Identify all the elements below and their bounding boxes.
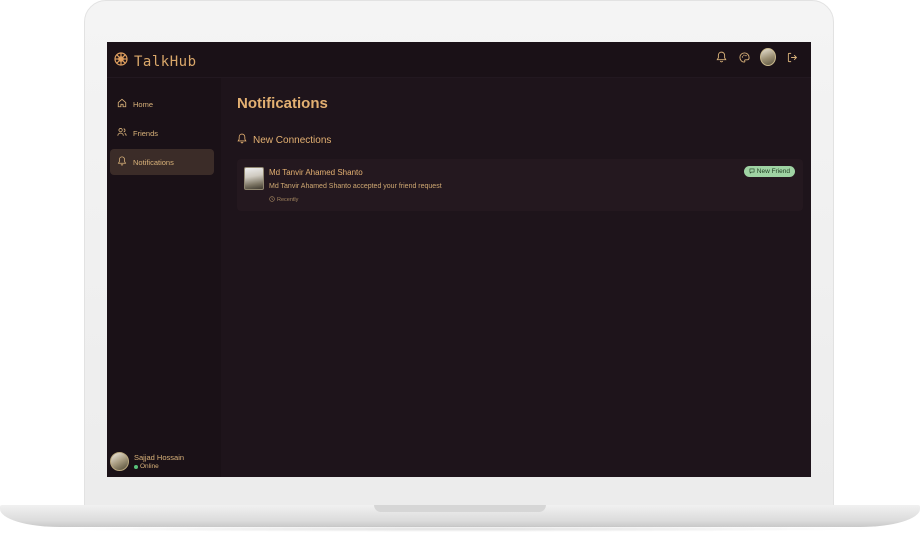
message-icon bbox=[749, 168, 755, 176]
palette-icon[interactable] bbox=[737, 50, 751, 64]
laptop-shadow bbox=[40, 526, 880, 532]
logo-icon bbox=[113, 51, 129, 72]
user-name: Sajjad Hossain bbox=[134, 453, 185, 462]
notification-avatar bbox=[244, 167, 264, 190]
brand-name: TalkHub bbox=[134, 53, 197, 70]
sidebar: Home Friends Notifications Sajjad Hossai… bbox=[107, 78, 221, 477]
clock-icon bbox=[269, 196, 275, 204]
sidebar-item-friends[interactable]: Friends bbox=[110, 120, 214, 146]
status-badge: New Friend bbox=[743, 166, 795, 177]
sidebar-item-label: Notifications bbox=[133, 157, 174, 167]
header-actions bbox=[714, 48, 799, 66]
sidebar-item-label: Friends bbox=[133, 128, 159, 138]
section-title: New Connections bbox=[253, 134, 332, 146]
online-dot-icon bbox=[134, 464, 138, 469]
users-icon bbox=[117, 127, 127, 139]
section-header: New Connections bbox=[237, 133, 331, 147]
logout-icon[interactable] bbox=[785, 50, 799, 64]
home-icon bbox=[117, 98, 127, 110]
brand-link[interactable]: TalkHub bbox=[113, 51, 197, 72]
notification-time: Recently bbox=[269, 196, 298, 204]
user-status-label: Online bbox=[140, 463, 159, 470]
sidebar-item-label: Home bbox=[133, 99, 154, 109]
notification-message: Md Tanvir Ahamed Shanto accepted your fr… bbox=[269, 183, 442, 190]
avatar bbox=[110, 452, 129, 471]
sidebar-item-notifications[interactable]: Notifications bbox=[110, 149, 214, 175]
bell-icon[interactable] bbox=[714, 50, 728, 64]
bell-icon bbox=[117, 156, 127, 168]
bell-icon bbox=[237, 133, 247, 147]
badge-label: New Friend bbox=[756, 168, 790, 175]
notification-card[interactable]: Md Tanvir Ahamed Shanto Md Tanvir Ahamed… bbox=[237, 159, 803, 211]
notification-time-label: Recently bbox=[277, 197, 299, 203]
current-user[interactable]: Sajjad Hossain Online bbox=[110, 452, 184, 471]
header-avatar[interactable] bbox=[760, 48, 776, 66]
notification-sender: Md Tanvir Ahamed Shanto bbox=[269, 168, 363, 177]
sidebar-item-home[interactable]: Home bbox=[110, 91, 214, 117]
top-navbar: TalkHub bbox=[107, 42, 811, 78]
app-screen: TalkHub Home Friends Notifications Sajja… bbox=[107, 42, 811, 477]
laptop-notch bbox=[374, 505, 546, 512]
user-status: Online bbox=[134, 463, 184, 470]
main-content: Notifications New Connections Md Tanvir … bbox=[221, 78, 811, 477]
page-title: Notifications bbox=[237, 95, 328, 112]
